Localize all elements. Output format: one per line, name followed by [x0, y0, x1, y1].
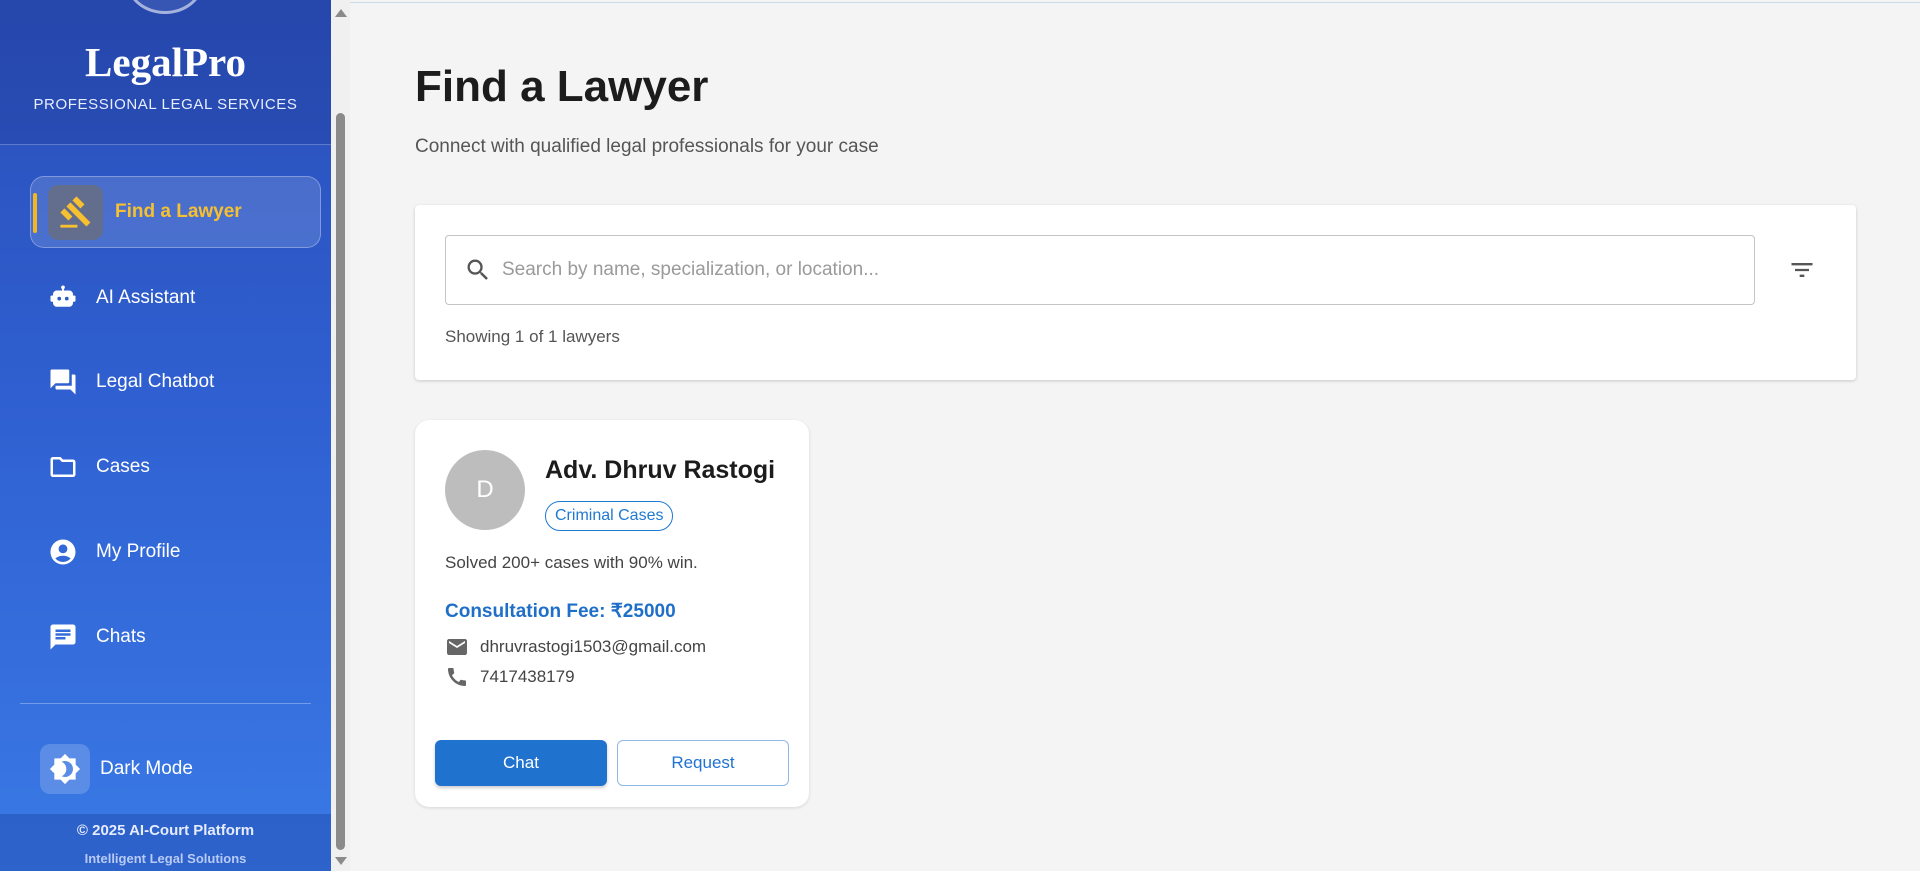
- brand-logo: [127, 0, 203, 14]
- folder-icon: [46, 450, 80, 484]
- scroll-up-arrow-icon[interactable]: [335, 9, 347, 17]
- phone-row: 7417438179: [445, 665, 575, 689]
- scroll-thumb[interactable]: [336, 113, 345, 850]
- sidebar-item-label: Legal Chatbot: [96, 371, 215, 392]
- sidebar-footer: © 2025 AI-Court Platform Intelligent Leg…: [0, 814, 331, 871]
- sidebar: LegalPro PROFESSIONAL LEGAL SERVICES Fin…: [0, 0, 331, 871]
- brand-title: LegalPro: [85, 39, 246, 85]
- sidebar-item-cases[interactable]: Cases: [30, 431, 321, 503]
- request-button[interactable]: Request: [617, 740, 789, 786]
- chat-icon: [46, 620, 80, 654]
- filter-button[interactable]: [1785, 253, 1819, 287]
- dark-mode-label: Dark Mode: [100, 758, 193, 779]
- brand-header: LegalPro PROFESSIONAL LEGAL SERVICES: [0, 0, 331, 145]
- search-icon: [467, 259, 488, 280]
- search-card: Showing 1 of 1 lawyers: [415, 205, 1856, 380]
- dark-mode-toggle[interactable]: Dark Mode: [40, 744, 193, 794]
- sidebar-item-chats[interactable]: Chats: [30, 601, 321, 673]
- lawyer-phone: 7417438179: [480, 667, 575, 686]
- sidebar-item-label: Chats: [96, 626, 146, 647]
- tagline-text: Intelligent Legal Solutions: [84, 851, 247, 866]
- scroll-down-arrow-icon[interactable]: [335, 857, 347, 865]
- gavel-icon: [48, 184, 103, 240]
- sidebar-item-legal-chatbot[interactable]: Legal Chatbot: [30, 346, 321, 418]
- brand-subtitle: PROFESSIONAL LEGAL SERVICES: [33, 96, 298, 113]
- copyright-text: © 2025 AI-Court Platform: [76, 822, 255, 839]
- forum-icon: [46, 365, 80, 399]
- chat-button[interactable]: Chat: [435, 740, 607, 786]
- lawyer-bio: Solved 200+ cases with 90% win.: [445, 553, 698, 572]
- filter-list-icon: [1791, 263, 1813, 277]
- top-divider: [350, 2, 1920, 3]
- page-title: Find a Lawyer: [415, 62, 709, 111]
- sidebar-item-label: AI Assistant: [96, 287, 196, 308]
- robot-icon: [46, 281, 80, 315]
- sidebar-scrollbar[interactable]: [331, 0, 350, 871]
- brightness-icon: [40, 744, 90, 794]
- specialization-chip: Criminal Cases: [545, 501, 674, 531]
- sidebar-item-my-profile[interactable]: My Profile: [30, 516, 321, 588]
- account-circle-icon: [46, 535, 80, 569]
- sidebar-item-label: Find a Lawyer: [115, 201, 242, 222]
- lawyer-name: Adv. Dhruv Rastogi: [545, 456, 776, 484]
- lawyer-card: D Adv. Dhruv Rastogi Criminal Cases Solv…: [415, 420, 809, 807]
- sidebar-item-find-a-lawyer[interactable]: Find a Lawyer: [30, 176, 321, 248]
- sidebar-item-label: Cases: [96, 456, 150, 477]
- email-icon: [447, 639, 467, 655]
- search-input[interactable]: [502, 259, 1754, 281]
- lawyer-email: dhruvrastogi1503@gmail.com: [480, 637, 707, 656]
- results-count: Showing 1 of 1 lawyers: [445, 327, 620, 346]
- active-indicator: [33, 193, 37, 233]
- sidebar-item-ai-assistant[interactable]: AI Assistant: [30, 262, 321, 334]
- phone-icon: [448, 668, 466, 686]
- email-row: dhruvrastogi1503@gmail.com: [445, 635, 706, 659]
- consultation-fee: Consultation Fee: ₹25000: [445, 601, 676, 622]
- avatar: D: [445, 450, 525, 530]
- search-box[interactable]: [445, 235, 1755, 305]
- sidebar-divider: [20, 703, 311, 704]
- page-subtitle: Connect with qualified legal professiona…: [415, 136, 879, 157]
- sidebar-item-label: My Profile: [96, 541, 181, 562]
